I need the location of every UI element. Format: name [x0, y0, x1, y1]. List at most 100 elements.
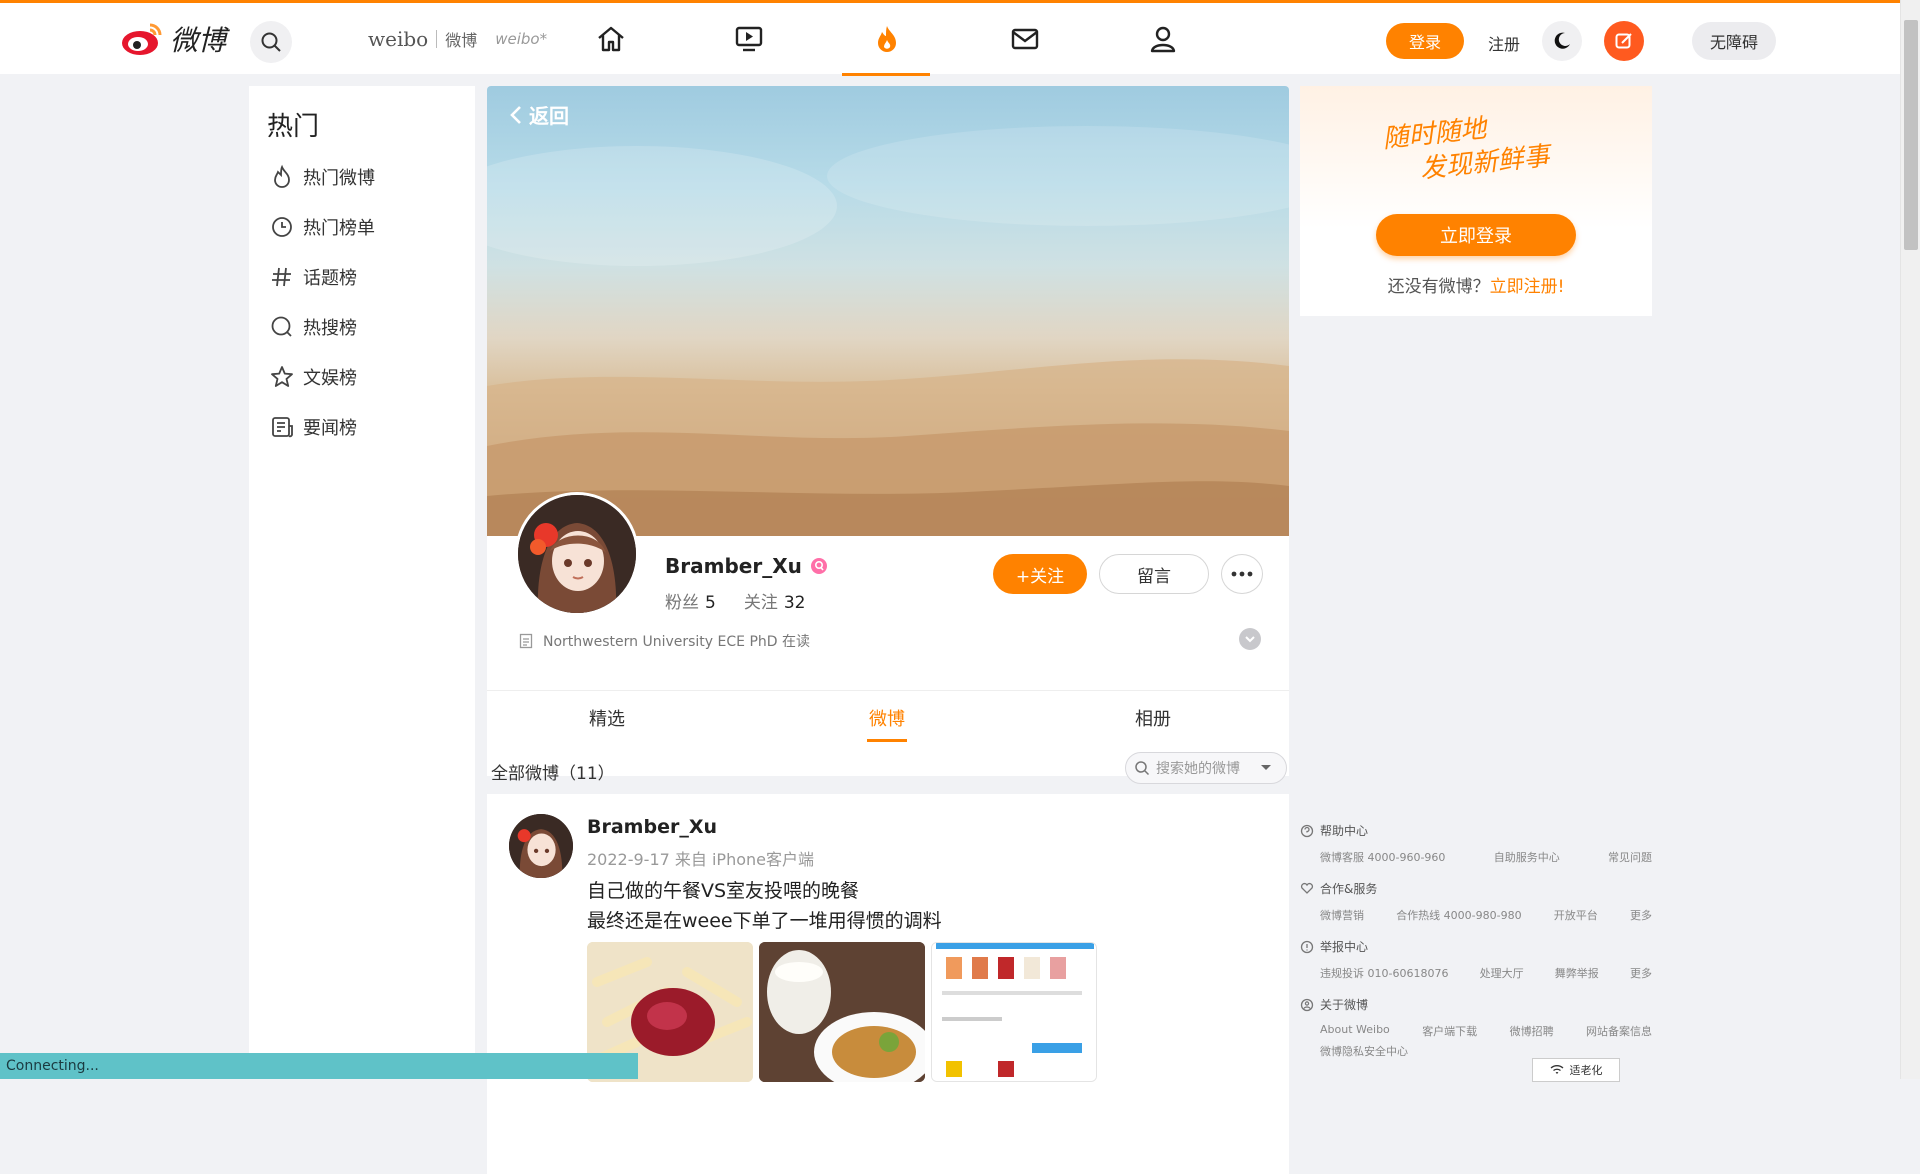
- browser-status-bar: Connecting...: [0, 1053, 638, 1079]
- post-image-order[interactable]: [931, 942, 1097, 1082]
- brand-cn: 微博: [445, 31, 478, 50]
- sidebar-item-label: 要闻榜: [303, 418, 357, 439]
- nav-messages[interactable]: [1004, 19, 1046, 59]
- login-now-button[interactable]: 立即登录: [1376, 214, 1576, 256]
- footer-link[interactable]: 更多: [1630, 907, 1652, 923]
- left-sidebar: 热门 热门微博 热门榜单 话题榜 热搜榜 文娱榜 要闻榜: [249, 86, 475, 1079]
- register-link[interactable]: 注册: [1488, 31, 1520, 55]
- fans-label: 粉丝: [665, 593, 699, 613]
- divider: [436, 30, 438, 48]
- register-now-link[interactable]: 立即注册!: [1490, 277, 1565, 297]
- user-icon: [1150, 26, 1176, 53]
- nav-video[interactable]: [728, 19, 770, 59]
- weibo-logo[interactable]: 微博: [120, 17, 226, 61]
- post-image-dinner[interactable]: [759, 942, 925, 1082]
- post-avatar[interactable]: [509, 814, 573, 878]
- sidebar-item-label: 热门榜单: [303, 218, 375, 239]
- flame-icon: [274, 164, 290, 188]
- nav-hot[interactable]: [866, 19, 908, 59]
- footer-coop: 合作&服务 微博营销 合作热线 4000-980-980 开放平台 更多: [1300, 880, 1652, 938]
- footer-link[interactable]: 舞弊举报: [1555, 965, 1599, 981]
- search-icon: [261, 32, 281, 52]
- page-scrollbar[interactable]: [1900, 0, 1920, 1079]
- profile-name[interactable]: Bramber_Xu: [665, 554, 802, 578]
- post-author[interactable]: Bramber_Xu: [587, 816, 717, 838]
- tab-active-indicator: [867, 739, 907, 742]
- tab-featured[interactable]: 精选: [547, 705, 667, 731]
- tab-weibo[interactable]: 微博: [827, 705, 947, 731]
- footer-link[interactable]: 违规投诉 010-60618076: [1320, 965, 1448, 981]
- following-count[interactable]: 关注 32: [744, 588, 806, 613]
- footer-about-title: 关于微博: [1320, 998, 1369, 1012]
- following-label: 关注: [743, 593, 778, 613]
- logo-text: 微博: [170, 24, 227, 57]
- leave-message-button[interactable]: 留言: [1099, 554, 1209, 594]
- sidebar-item-label: 热搜榜: [303, 318, 357, 339]
- footer-link[interactable]: 更多: [1630, 965, 1652, 981]
- post-search-input[interactable]: 搜索她的微博: [1125, 752, 1287, 784]
- post-meta: 2022-9-17 来自 iPhone客户端: [587, 850, 814, 869]
- sidebar-item-hot-search[interactable]: 热搜榜: [269, 312, 357, 342]
- footer-link[interactable]: 处理大厅: [1480, 965, 1524, 981]
- home-icon: [598, 26, 624, 52]
- footer-coop-title: 合作&服务: [1320, 882, 1378, 896]
- nav-active-indicator: [842, 73, 930, 76]
- brand-en: weibo: [368, 27, 429, 51]
- chevron-down-icon: [1245, 636, 1255, 643]
- dark-mode-toggle[interactable]: [1542, 21, 1582, 61]
- footer-link[interactable]: 自助服务中心: [1494, 849, 1560, 865]
- profile-cover-image: 返回: [487, 86, 1289, 536]
- document-icon: [519, 633, 533, 649]
- weibo-eye-icon: [122, 23, 162, 55]
- profile-stats: 粉丝 5 关注 32: [665, 588, 805, 613]
- scrollbar-thumb[interactable]: [1904, 20, 1918, 250]
- sidebar-item-hot-weibo[interactable]: 热门微博: [269, 162, 375, 192]
- sidebar-item-entertainment[interactable]: 文娱榜: [269, 362, 357, 392]
- elder-mode-button[interactable]: 适老化: [1532, 1058, 1620, 1082]
- nav-home[interactable]: [590, 19, 632, 59]
- register-prompt: 还没有微博？立即注册!: [1300, 272, 1652, 297]
- fans-count[interactable]: 粉丝 5: [665, 588, 716, 613]
- sidebar-item-hot-list[interactable]: 热门榜单: [269, 212, 375, 242]
- footer-help-title: 帮助中心: [1320, 824, 1369, 838]
- flame-icon: [878, 26, 896, 52]
- footer-link[interactable]: About Weibo: [1320, 1023, 1390, 1039]
- back-link[interactable]: 返回: [507, 100, 569, 129]
- profile-name-row: Bramber_Xu: [665, 554, 828, 578]
- handshake-icon: [1300, 882, 1314, 894]
- post-text: 自己做的午餐VS室友投喂的晚餐 最终还是在weee下单了一堆用得惯的调料: [587, 876, 942, 936]
- compose-button[interactable]: [1604, 21, 1644, 61]
- sidebar-item-topics[interactable]: 话题榜: [269, 262, 357, 292]
- sidebar-item-label: 话题榜: [303, 268, 357, 289]
- wifi-icon: [1550, 1065, 1563, 1074]
- sidebar-item-label: 热门微博: [303, 168, 375, 189]
- post-text-line: 最终还是在weee下单了一堆用得惯的调料: [587, 910, 942, 932]
- footer-help: 帮助中心 微博客服 4000-960-960 自助服务中心 常见问题: [1300, 822, 1652, 880]
- footer-link[interactable]: 客户端下载: [1422, 1023, 1477, 1039]
- footer-help-head: 帮助中心: [1300, 822, 1652, 839]
- footer-link[interactable]: 微博营销: [1320, 907, 1364, 923]
- follow-button[interactable]: +关注: [993, 554, 1087, 594]
- footer-link[interactable]: 合作热线 4000-980-980: [1396, 907, 1521, 923]
- footer-about-head: 关于微博: [1300, 996, 1652, 1013]
- footer-link[interactable]: 开放平台: [1554, 907, 1598, 923]
- footer-link[interactable]: 常见问题: [1608, 849, 1652, 865]
- avatar[interactable]: [515, 492, 639, 616]
- tab-album[interactable]: 相册: [1093, 705, 1213, 731]
- footer-link[interactable]: 网站备案信息: [1586, 1023, 1652, 1039]
- nav-profile[interactable]: [1142, 19, 1184, 59]
- dinner-photo-illustration: [759, 942, 925, 1082]
- top-navigation: 微博 weibo 微博 weibo* 登录 注册 无障碍: [0, 0, 1900, 76]
- accessibility-button[interactable]: 无障碍: [1692, 22, 1776, 60]
- more-options-button[interactable]: [1221, 554, 1263, 594]
- footer-link[interactable]: 微博客服 4000-960-960: [1320, 849, 1445, 865]
- footer-link[interactable]: 微博隐私安全中心: [1300, 1043, 1652, 1059]
- order-screenshot-illustration: [932, 943, 1096, 1081]
- footer-report: 举报中心 违规投诉 010-60618076 处理大厅 舞弊举报 更多: [1300, 938, 1652, 996]
- sidebar-item-news[interactable]: 要闻榜: [269, 412, 357, 442]
- login-button[interactable]: 登录: [1386, 23, 1464, 59]
- expand-profile-button[interactable]: [1239, 628, 1261, 650]
- footer-link[interactable]: 微博招聘: [1510, 1023, 1554, 1039]
- moon-icon: [1554, 32, 1570, 49]
- search-button[interactable]: [250, 21, 292, 63]
